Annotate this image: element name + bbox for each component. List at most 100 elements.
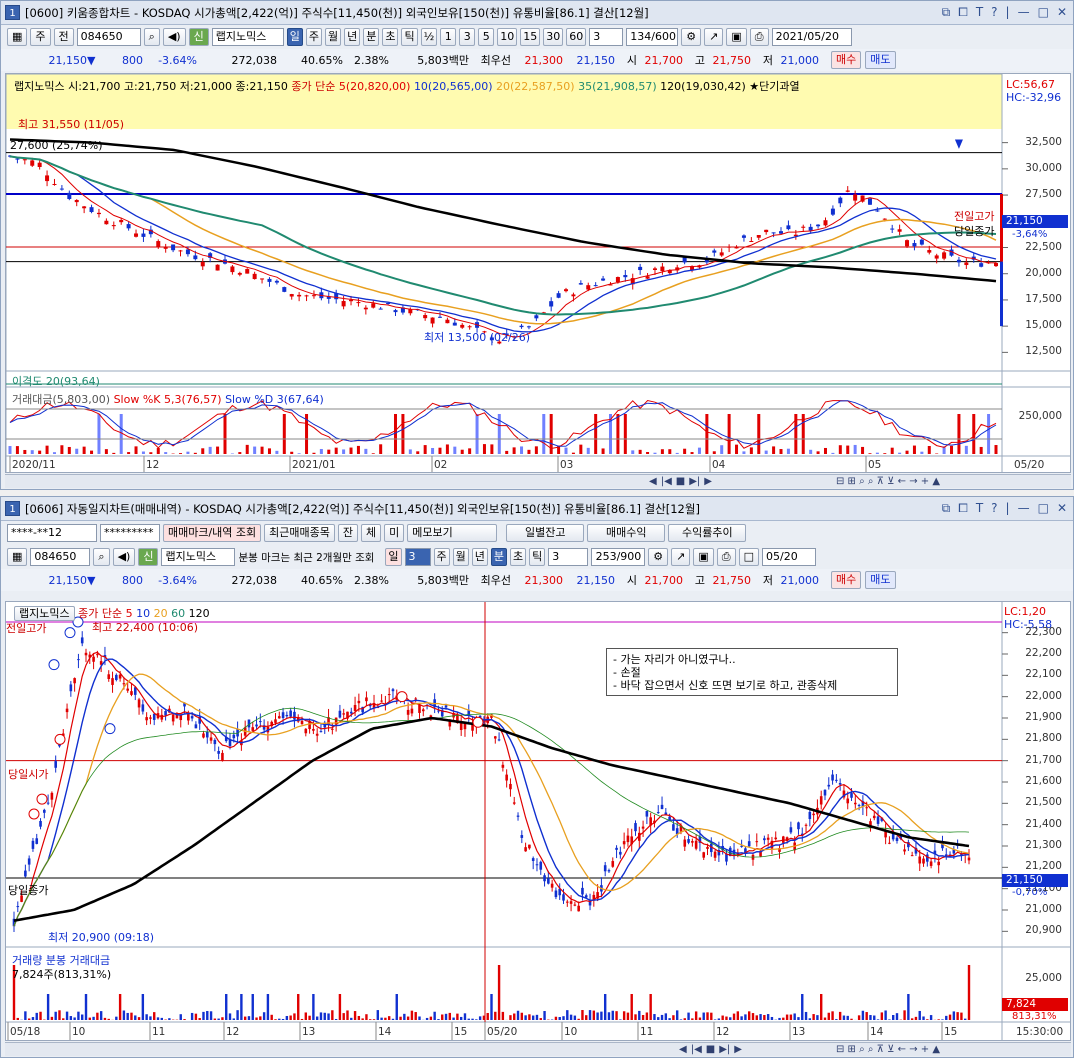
interval-select[interactable]: 3 xyxy=(548,548,589,566)
minute-price-chart[interactable]: 랩지노믹스 종가 단순 5 10 20 60 120 LC:1,20 HC:-5… xyxy=(5,601,1071,1041)
interval-5-button[interactable]: 5 xyxy=(478,28,495,46)
scroll-next-icon[interactable]: ▶| xyxy=(719,1044,730,1055)
scroll-stop-icon[interactable]: ■ xyxy=(676,476,685,487)
search-icon[interactable]: ⌕ xyxy=(143,28,160,46)
stock-name-field[interactable]: 랩지노믹스 xyxy=(161,548,236,566)
period-week-button[interactable]: 주 xyxy=(433,548,450,566)
link-icon[interactable]: ⧉ xyxy=(942,5,951,20)
restore-icon[interactable]: ⧠ xyxy=(958,5,968,20)
chart-scrollbar-1[interactable]: ◀ |◀ ■ ▶| ▶ ⊟ ⊞ ⌕ ⌕ ⊼ ⊻ ← → + ▲ xyxy=(5,474,1071,488)
font-size-icon[interactable]: T xyxy=(976,5,983,20)
period-day-button[interactable]: 일 xyxy=(385,548,402,566)
chart-tool-icon[interactable]: ⚙ xyxy=(681,28,702,46)
print-icon[interactable]: ⎙ xyxy=(716,548,736,566)
interval-1-button[interactable]: 1 xyxy=(440,28,457,46)
legend-stock-name[interactable]: 랩지노믹스 xyxy=(14,606,75,621)
unfilled-button[interactable]: 미 xyxy=(384,524,405,542)
interval-select[interactable]: 3 xyxy=(589,28,624,46)
trade-profit-button[interactable]: 매매수익 xyxy=(587,524,666,542)
return-trend-button[interactable]: 수익률추이 xyxy=(668,524,747,542)
help-icon[interactable]: ? xyxy=(991,5,997,20)
period-week-button[interactable]: 주 xyxy=(305,28,322,46)
jeon-select[interactable]: 전 xyxy=(53,28,74,46)
draw-tool-icon[interactable]: ↗ xyxy=(704,28,724,46)
period-minute-button[interactable]: 분 xyxy=(490,548,508,566)
scroll-stop-icon[interactable]: ■ xyxy=(706,1044,715,1055)
sell-button[interactable]: 매도 xyxy=(865,571,896,589)
date-input[interactable]: 2021/05/20 xyxy=(771,28,852,46)
period-tick-button[interactable]: 틱 xyxy=(401,28,418,46)
scroll-right-icon[interactable]: ▶ xyxy=(704,476,712,487)
chart-scrollbar-2[interactable]: ◀ |◀ ■ ▶| ▶ ⊟ ⊞ ⌕ ⌕ ⊼ ⊻ ← → + ▲ xyxy=(5,1042,1071,1056)
save-icon[interactable]: ▣ xyxy=(726,28,747,46)
interval-60-button[interactable]: 60 xyxy=(566,28,587,46)
chart-tool-icon[interactable]: ⚙ xyxy=(648,548,669,566)
scroll-left-icon[interactable]: ◀ xyxy=(679,1044,687,1055)
stock-name-field[interactable]: 랩지노믹스 xyxy=(211,28,284,46)
daily-price-chart[interactable]: 랩지노믹스 시:21,700 고:21,750 저:21,000 종:21,15… xyxy=(5,73,1071,473)
data-count-field[interactable]: 253/900 xyxy=(591,548,646,566)
sound-icon[interactable]: ◀) xyxy=(112,548,136,566)
buy-button[interactable]: 매수 xyxy=(831,571,862,589)
interval-15-button[interactable]: 15 xyxy=(520,28,541,46)
period-second-button[interactable]: 초 xyxy=(510,548,527,566)
date-input[interactable]: 05/20 xyxy=(762,548,817,566)
period-tick-button[interactable]: 틱 xyxy=(529,548,546,566)
scroll-right-icon[interactable]: ▶ xyxy=(734,1044,742,1055)
x-tick-label: 05/20 xyxy=(487,1026,518,1038)
maximize-icon[interactable]: □ xyxy=(1038,5,1049,20)
scroll-prev-icon[interactable]: |◀ xyxy=(691,1044,702,1055)
memo-view-button[interactable]: 메모보기 xyxy=(407,524,498,542)
help-icon[interactable]: ? xyxy=(991,501,997,516)
grid-icon[interactable]: ▦ xyxy=(7,28,28,46)
period-month-button[interactable]: 월 xyxy=(324,28,342,46)
grid-icon[interactable]: ▦ xyxy=(7,548,28,566)
close-icon[interactable]: ✕ xyxy=(1057,501,1067,516)
stock-code-input[interactable]: 084650 xyxy=(76,28,141,46)
chart-zoom-icon[interactable]: ⊟ ⊞ ⌕ ⌕ ⊼ ⊻ ← → + ▲ xyxy=(836,1044,940,1055)
interval-10-button[interactable]: 10 xyxy=(497,28,518,46)
buy-button[interactable]: 매수 xyxy=(831,51,862,69)
period-month-button[interactable]: 월 xyxy=(452,548,469,566)
trade-mark-query-button[interactable]: 매매마크/내역 조회 xyxy=(163,524,262,542)
scroll-left-icon[interactable]: ◀ xyxy=(649,476,657,487)
font-size-icon[interactable]: T xyxy=(976,501,983,516)
minimize-icon[interactable]: — xyxy=(1018,5,1030,20)
interval-30-button[interactable]: 30 xyxy=(543,28,564,46)
link-icon[interactable]: ⧉ xyxy=(942,501,951,516)
close-icon[interactable]: ✕ xyxy=(1057,5,1067,20)
data-count-field[interactable]: 134/600 xyxy=(626,28,679,46)
scroll-next-icon[interactable]: ▶| xyxy=(689,476,700,487)
balance-button[interactable]: 잔 xyxy=(337,524,359,542)
period-day-button[interactable]: 일 xyxy=(286,28,303,46)
period-minute-button[interactable]: 분 xyxy=(363,28,380,46)
period-second-button[interactable]: 초 xyxy=(382,28,399,46)
sound-icon[interactable]: ◀) xyxy=(162,28,186,46)
chart-zoom-icon[interactable]: ⊟ ⊞ ⌕ ⌕ ⊼ ⊻ ← → + ▲ xyxy=(836,476,940,487)
print-icon[interactable]: ⎙ xyxy=(749,28,769,46)
filled-button[interactable]: 체 xyxy=(361,524,382,542)
recent-trades-button[interactable]: 최근매매종목 xyxy=(264,524,335,542)
draw-tool-icon[interactable]: ↗ xyxy=(671,548,691,566)
account-select[interactable]: ****-**12 xyxy=(7,524,97,542)
save-icon[interactable]: ▣ xyxy=(693,548,714,566)
daily-balance-button[interactable]: 일별잔고 xyxy=(506,524,585,542)
stock-code-input[interactable]: 084650 xyxy=(30,548,91,566)
interval-half-button[interactable]: ½ xyxy=(420,28,438,46)
period-select[interactable]: 주 xyxy=(30,28,51,46)
search-icon[interactable]: ⌕ xyxy=(93,548,110,566)
trade-amount-bar xyxy=(238,452,242,454)
date-checkbox[interactable]: □ xyxy=(738,548,760,566)
day-count-select[interactable]: 3 xyxy=(404,548,431,566)
period-year-button[interactable]: 년 xyxy=(471,548,488,566)
sell-button[interactable]: 매도 xyxy=(865,51,896,69)
restore-icon[interactable]: ⧠ xyxy=(958,501,968,516)
window-title-bar[interactable]: 1 [0606] 자동일지차트(매매내역) - KOSDAQ 시가총액[2,42… xyxy=(1,497,1073,521)
maximize-icon[interactable]: □ xyxy=(1038,501,1049,516)
password-input[interactable]: ********* xyxy=(100,524,160,542)
window-title-bar[interactable]: 1 [0600] 키움종합차트 - KOSDAQ 시가총액[2,422(억)] … xyxy=(1,1,1073,25)
scroll-prev-icon[interactable]: |◀ xyxy=(661,476,672,487)
interval-3-button[interactable]: 3 xyxy=(459,28,476,46)
period-year-button[interactable]: 년 xyxy=(344,28,361,46)
minimize-icon[interactable]: — xyxy=(1018,501,1030,516)
